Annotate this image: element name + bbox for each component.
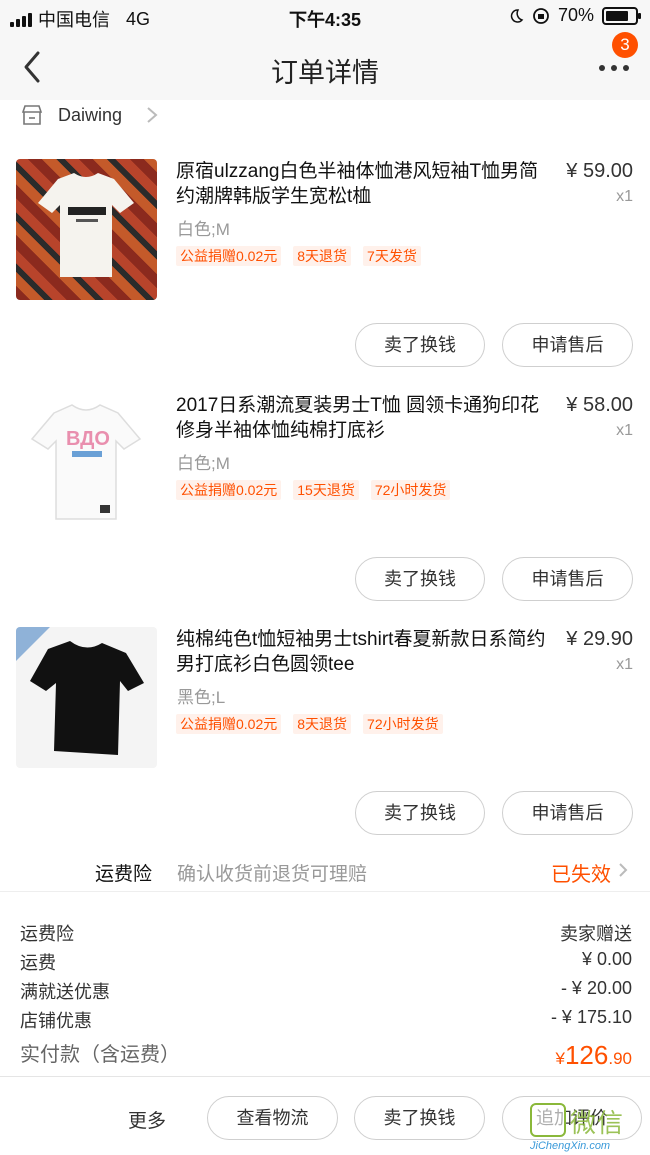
- order-item[interactable]: 原宿ulzzang白色半袖体恤港风短袖T恤男简约潮牌韩版学生宽松t桖 ¥ 59.…: [0, 159, 650, 393]
- tag-ship: 7天发货: [363, 246, 421, 266]
- total-decimal: .90: [608, 1049, 632, 1068]
- tag-ship: 72小时发货: [363, 714, 443, 734]
- tag-charity: 公益捐赠0.02元: [176, 714, 282, 734]
- notification-badge: 3: [612, 32, 638, 58]
- order-item[interactable]: ВДО 2017日系潮流夏装男士T恤 圆领卡通狗印花修身半袖体恤纯棉打底衫 ¥ …: [0, 393, 650, 627]
- sell-button[interactable]: 卖了换钱: [355, 323, 485, 367]
- product-qty: x1: [616, 656, 633, 673]
- tag-charity: 公益捐赠0.02元: [176, 246, 282, 266]
- chevron-right-icon: [619, 863, 628, 877]
- product-image[interactable]: [16, 627, 157, 768]
- shop-name: Daiwing: [58, 105, 123, 125]
- summary-value: - ¥ 20.00: [560, 978, 632, 998]
- moon-icon: [510, 8, 524, 23]
- summary-label: 运费: [20, 953, 56, 973]
- product-title[interactable]: 原宿ulzzang白色半袖体恤港风短袖T恤男简约潮牌韩版学生宽松t桖: [176, 159, 546, 209]
- product-title[interactable]: 纯棉纯色t恤短袖男士tshirt春夏新款日系简约男打底衫白色圆领tee: [176, 627, 546, 677]
- watermark-url: JiChengXin.com: [530, 1140, 611, 1152]
- order-item[interactable]: 纯棉纯色t恤短袖男士tshirt春夏新款日系简约男打底衫白色圆领tee ¥ 29…: [0, 627, 650, 861]
- tag-ship: 72小时发货: [370, 480, 451, 500]
- summary-label: 店铺优惠: [20, 1011, 92, 1031]
- page-title: 订单详情: [271, 58, 379, 88]
- after-sale-button[interactable]: 申请售后: [502, 557, 633, 601]
- tag-charity: 公益捐赠0.02元: [176, 480, 282, 500]
- summary-value: 卖家赠送: [560, 924, 632, 944]
- total-integer: 126: [564, 1040, 609, 1070]
- total-amount: ¥126.90: [556, 1040, 633, 1071]
- summary-value: ¥ 0.00: [581, 949, 632, 969]
- product-title[interactable]: 2017日系潮流夏装男士T恤 圆领卡通狗印花修身半袖体恤纯棉打底衫: [176, 393, 546, 443]
- product-sku: 黑色;L: [177, 688, 226, 707]
- view-logistics-button[interactable]: 查看物流: [207, 1096, 338, 1140]
- tag-return: 15天退货: [293, 480, 359, 500]
- product-sku: 白色;M: [177, 454, 230, 473]
- total-label: 实付款（含运费）: [20, 1044, 180, 1066]
- watermark: 微信 JiChengXin.com: [530, 1103, 648, 1155]
- svg-text:ВДО: ВДО: [66, 428, 110, 450]
- watermark-text: 微信: [570, 1108, 625, 1138]
- more-icon[interactable]: [598, 58, 630, 78]
- nav-bar: 订单详情 3: [0, 32, 650, 100]
- product-price: ¥ 29.90: [566, 628, 633, 650]
- product-sku: 白色;M: [177, 220, 230, 239]
- product-image[interactable]: ВДО: [16, 393, 157, 534]
- more-button[interactable]: 更多: [128, 1106, 166, 1133]
- chevron-right-icon: [147, 107, 158, 123]
- product-image[interactable]: [16, 159, 157, 300]
- product-price: ¥ 59.00: [566, 160, 633, 182]
- watermark-logo: [530, 1103, 566, 1137]
- shop-row[interactable]: Daiwing: [0, 100, 650, 136]
- insurance-status: 已失效: [551, 864, 611, 886]
- after-sale-button[interactable]: 申请售后: [502, 791, 633, 835]
- insurance-label: 运费险: [95, 864, 153, 885]
- sell-button[interactable]: 卖了换钱: [355, 791, 485, 835]
- insurance-desc: 确认收货前退货可理赔: [177, 864, 368, 885]
- tag-return: 8天退货: [293, 246, 352, 266]
- summary-label: 满就送优惠: [20, 982, 110, 1002]
- product-qty: x1: [616, 188, 633, 205]
- sell-button[interactable]: 卖了换钱: [354, 1096, 485, 1140]
- rotation-lock-icon: [533, 7, 549, 24]
- sell-button[interactable]: 卖了换钱: [355, 557, 485, 601]
- status-bar: 中国电信 4G 下午4:35 70%: [0, 0, 650, 34]
- product-qty: x1: [616, 422, 633, 439]
- summary-label: 运费险: [20, 924, 74, 944]
- shipping-insurance-row[interactable]: 运费险 确认收货前退货可理赔 已失效: [0, 848, 650, 892]
- product-price: ¥ 58.00: [566, 394, 633, 416]
- shop-icon: [21, 105, 43, 125]
- battery-icon: [602, 6, 641, 25]
- battery-percent: 70%: [557, 5, 594, 25]
- summary-value: - ¥ 175.10: [550, 1007, 632, 1027]
- total-currency: ¥: [555, 1049, 565, 1068]
- after-sale-button[interactable]: 申请售后: [502, 323, 633, 367]
- tag-return: 8天退货: [293, 714, 352, 734]
